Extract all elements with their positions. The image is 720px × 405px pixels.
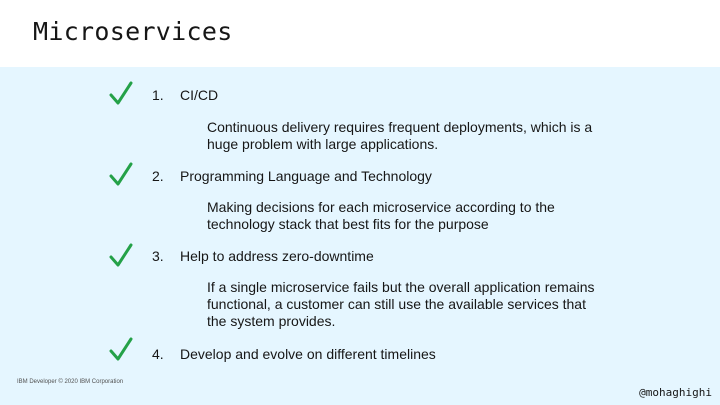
item-description: Making decisions for each microservice a…: [207, 199, 555, 232]
item-number: 4.: [152, 346, 164, 362]
checkmark-icon: [108, 80, 134, 106]
slide-title: Microservices: [33, 17, 233, 46]
item-label: Develop and evolve on different timeline…: [180, 346, 436, 362]
checkmark-icon: [108, 242, 134, 268]
checkmark-icon: [108, 336, 134, 362]
item-description: Continuous delivery requires frequent de…: [207, 119, 593, 152]
item-label: CI/CD: [180, 87, 219, 103]
item-label: Help to address zero-downtime: [180, 248, 374, 264]
title-bar: Microservices: [0, 0, 720, 67]
item-number: 3.: [152, 248, 164, 264]
item-label: Programming Language and Technology: [180, 168, 432, 184]
footer-handle: @mohaghighi: [639, 386, 712, 399]
item-description: If a single microservice fails but the o…: [207, 279, 595, 329]
item-number: 1.: [152, 87, 164, 103]
checkmark-icon: [108, 161, 134, 187]
item-number: 2.: [152, 168, 164, 184]
footer-copyright: IBM Developer © 2020 IBM Corporation: [17, 379, 124, 385]
